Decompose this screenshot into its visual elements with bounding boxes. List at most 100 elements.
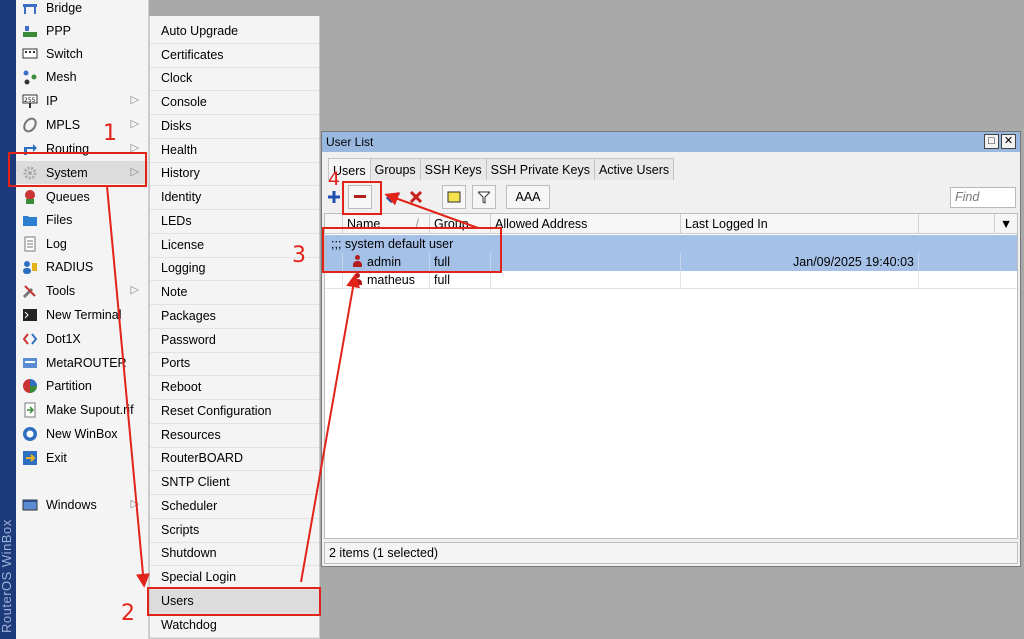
submenu-item-certificates[interactable]: Certificates [150,44,319,68]
submenu-item-watchdog[interactable]: Watchdog [150,614,319,638]
column-header-spacer [325,214,343,234]
comment-button[interactable] [442,185,466,209]
menu-item-new-winbox[interactable]: New WinBox [16,422,149,445]
user-last-logged-in-cell [681,271,919,289]
tab-active-users[interactable]: Active Users [593,158,675,180]
column-header-name[interactable]: Name / [343,214,430,234]
menu-item-queues[interactable]: Queues [16,185,149,208]
row-filler [919,271,1017,289]
window-title-bar[interactable]: User List □ ✕ [322,132,1020,152]
tab-ssh-private-keys[interactable]: SSH Private Keys [485,158,595,180]
system-submenu: Auto Upgrade Certificates Clock Console … [149,16,320,639]
user-name-cell: admin [343,253,430,271]
submenu-item-reboot[interactable]: Reboot [150,376,319,400]
column-menu-icon[interactable]: ▼ [995,214,1017,234]
switch-icon [22,46,38,62]
submenu-item-history[interactable]: History [150,162,319,186]
comment-row[interactable]: ;;; system default user [325,235,1017,253]
radius-icon [22,259,38,275]
maximize-button[interactable]: □ [984,134,999,149]
menu-item-files[interactable]: Files [16,208,149,231]
menu-item-ip[interactable]: 255 IP ▷ [16,89,149,112]
enable-icon[interactable] [382,185,404,209]
aaa-button[interactable]: AAA [506,185,550,209]
menu-item-new-terminal[interactable]: New Terminal [16,303,149,326]
find-input[interactable]: Find [950,187,1016,208]
bridge-icon [22,0,38,16]
menu-item-metarouter[interactable]: MetaROUTER [16,351,149,374]
submenu-item-disks[interactable]: Disks [150,115,319,139]
user-allowed-address-cell [491,253,681,271]
menu-item-switch[interactable]: Switch [16,42,149,65]
disable-icon[interactable] [406,185,426,209]
menu-item-radius[interactable]: RADIUS [16,255,149,278]
submenu-item-users[interactable]: Users [150,590,319,614]
table-row[interactable]: matheus full [325,271,1017,289]
annotation-number: 4 [328,168,341,190]
column-header-group[interactable]: Group [430,214,491,234]
user-table: Name / Group Allowed Address Last Logged … [324,213,1018,539]
submenu-item-leds[interactable]: LEDs [150,210,319,234]
tools-icon [22,283,38,299]
menu-item-routing[interactable]: Routing ▷ [16,137,149,160]
submenu-item-scheduler[interactable]: Scheduler [150,495,319,519]
submenu-item-routerboard[interactable]: RouterBOARD [150,447,319,471]
queues-icon [22,189,38,205]
submenu-item-resources[interactable]: Resources [150,424,319,448]
row-spacer [325,253,343,271]
submenu-arrow-icon: ▷ [130,498,139,510]
menu-item-partition[interactable]: Partition [16,374,149,397]
tab-bar: Users Groups SSH Keys SSH Private Keys A… [328,158,675,182]
menu-item-tools[interactable]: Tools ▷ [16,279,149,302]
submenu-item-shutdown[interactable]: Shutdown [150,542,319,566]
submenu-item-note[interactable]: Note [150,281,319,305]
submenu-item-password[interactable]: Password [150,329,319,353]
ip-icon: 255 [22,93,38,109]
menu-item-make-supout[interactable]: Make Supout.rif [16,398,149,421]
menu-item-mpls[interactable]: MPLS ▷ [16,113,149,136]
table-row[interactable]: admin full Jan/09/2025 19:40:03 [325,253,1017,271]
submenu-item-reset-configuration[interactable]: Reset Configuration [150,400,319,424]
folder-icon [22,212,38,228]
menu-item-log[interactable]: Log [16,232,149,255]
tab-ssh-keys[interactable]: SSH Keys [419,158,487,180]
menu-item-bridge[interactable]: Bridge [16,0,149,19]
dot1x-icon [22,331,38,347]
submenu-item-clock[interactable]: Clock [150,67,319,91]
menu-item-dot1x[interactable]: Dot1X [16,327,149,350]
submenu-arrow-icon: ▷ [130,94,139,106]
menu-item-windows[interactable]: Windows ▷ [16,493,149,516]
svg-text:255: 255 [24,97,36,104]
submenu-item-health[interactable]: Health [150,139,319,163]
submenu-item-console[interactable]: Console [150,91,319,115]
column-header-last-logged-in[interactable]: Last Logged In [681,214,919,234]
close-button[interactable]: ✕ [1001,134,1016,149]
menu-item-mesh[interactable]: Mesh [16,65,149,88]
column-header-allowed-address[interactable]: Allowed Address [491,214,681,234]
menu-item-system[interactable]: System ▷ [16,161,149,184]
tab-groups[interactable]: Groups [369,158,421,180]
user-allowed-address-cell [491,271,681,289]
submenu-item-identity[interactable]: Identity [150,186,319,210]
submenu-item-scripts[interactable]: Scripts [150,519,319,543]
terminal-icon [22,307,38,323]
partition-icon [22,378,38,394]
submenu-arrow-icon: ▷ [130,166,139,178]
remove-button[interactable] [348,185,372,209]
menu-item-exit[interactable]: Exit [16,446,149,469]
user-name-cell: matheus [343,271,430,289]
submenu-item-special-login[interactable]: Special Login [150,566,319,590]
submenu-item-sntp-client[interactable]: SNTP Client [150,471,319,495]
routing-icon [22,141,38,157]
submenu-item-auto-upgrade[interactable]: Auto Upgrade [150,20,319,44]
user-icon [353,273,362,285]
submenu-arrow-icon: ▷ [130,118,139,130]
supout-icon [22,402,38,418]
submenu-item-ports[interactable]: Ports [150,352,319,376]
windows-icon [22,497,38,513]
filter-button[interactable] [472,185,496,209]
submenu-item-packages[interactable]: Packages [150,305,319,329]
menu-item-ppp[interactable]: PPP [16,19,149,42]
row-filler [919,253,1017,271]
status-bar: 2 items (1 selected) [324,542,1018,564]
